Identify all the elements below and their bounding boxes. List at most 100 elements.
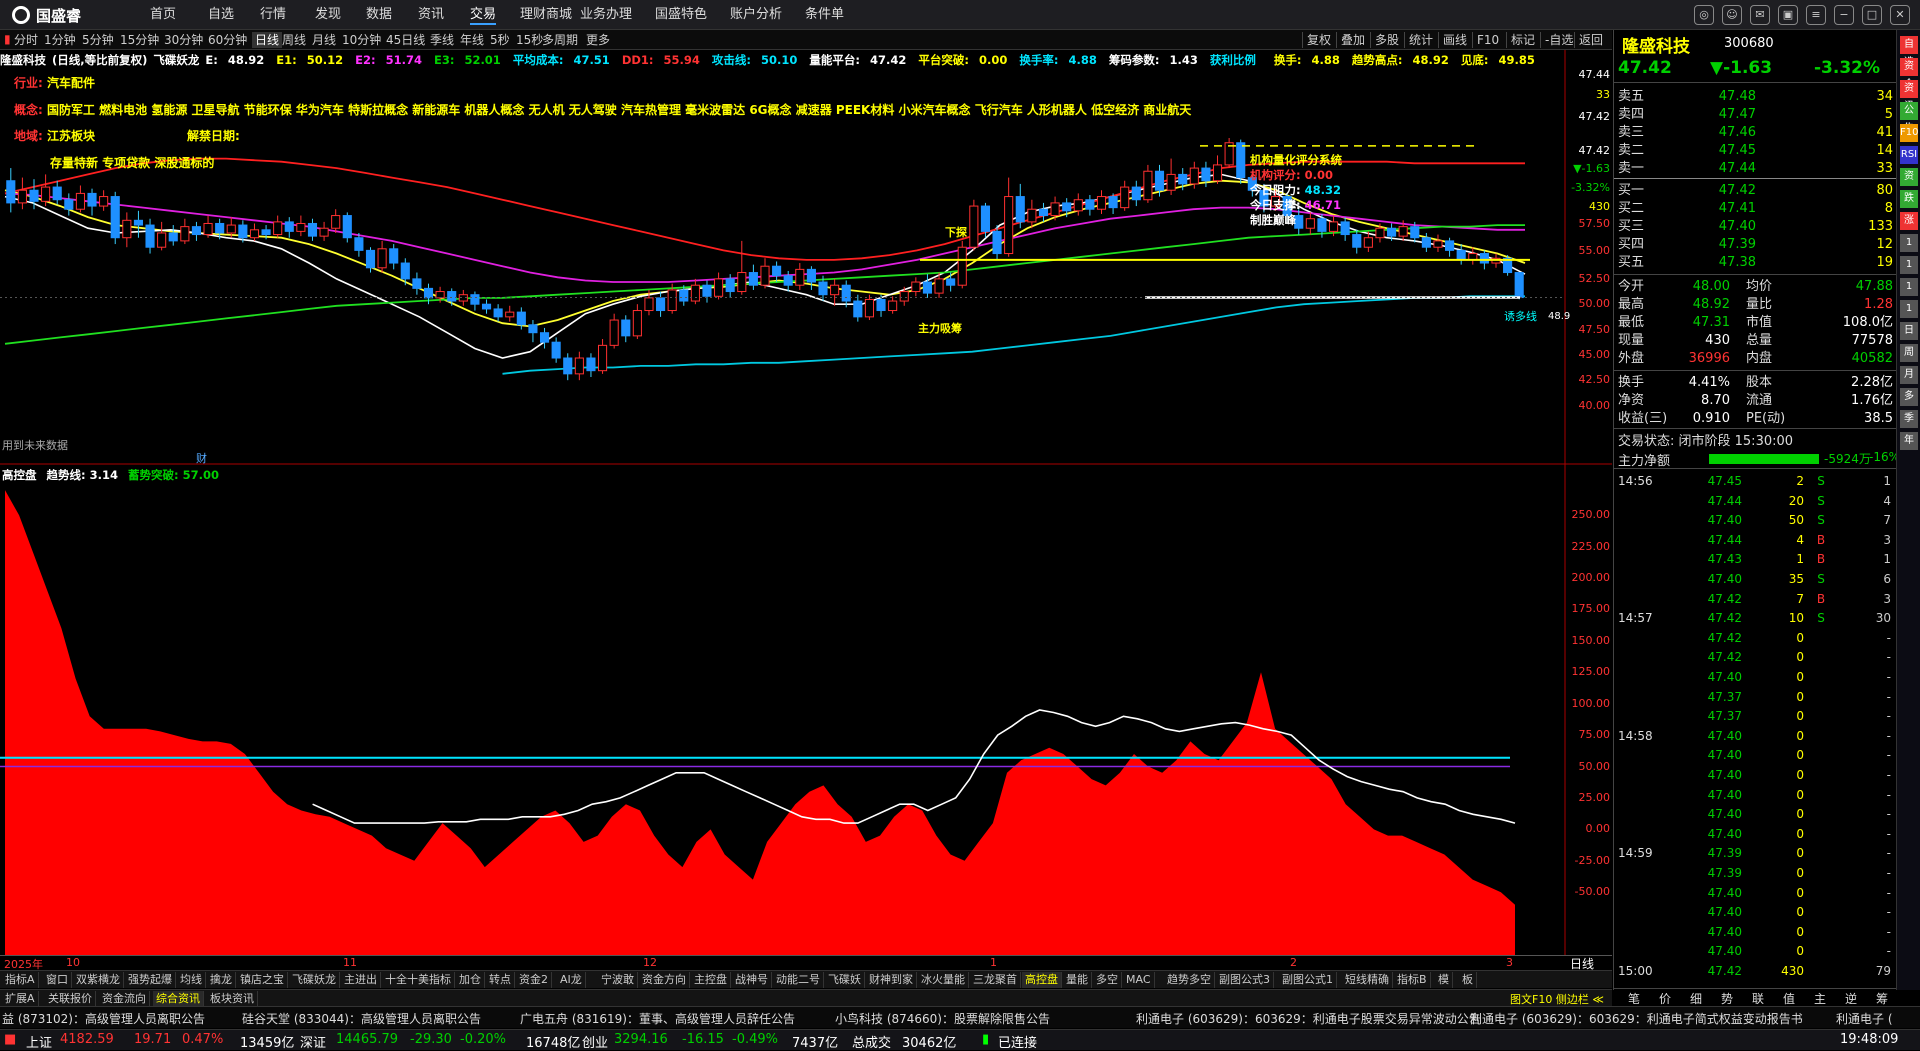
indicator-tab[interactable]: 加仓	[456, 972, 485, 988]
indicator-tab[interactable]: 冰火量能	[918, 972, 969, 988]
period-11[interactable]: 季线	[430, 32, 454, 48]
maximize-icon[interactable]: □	[1862, 5, 1882, 25]
news-item[interactable]: 利通电子 (603629)：603629：利通电子股票交易异常波动公告	[1136, 1010, 1481, 1027]
app-logo[interactable]: 国盛睿	[12, 4, 81, 26]
indicator-tab[interactable]: 转点	[486, 972, 515, 988]
indicator-tab[interactable]: 动能二号	[773, 972, 824, 988]
indicator-tab[interactable]: 资金2	[516, 972, 552, 988]
tool-2[interactable]: 多股	[1370, 32, 1399, 48]
ind-study[interactable]: 飞碟妖龙	[153, 53, 199, 67]
tool-0[interactable]: 复权	[1302, 32, 1331, 48]
menu-5[interactable]: 资讯	[418, 5, 444, 25]
indicator-tab[interactable]: 强势起爆	[125, 972, 176, 988]
indicator-tab[interactable]: 战神号	[732, 972, 772, 988]
side-icon[interactable]: RSI	[1900, 146, 1918, 164]
period-7[interactable]: 周线	[282, 32, 306, 48]
period-0[interactable]: 分时	[14, 32, 38, 48]
indicator-tab[interactable]: 指标A	[2, 972, 39, 988]
period-2[interactable]: 5分钟	[82, 32, 114, 48]
indicator-tab[interactable]: 十全十美指标	[382, 972, 455, 988]
indicator-tab[interactable]: 主控盘	[691, 972, 731, 988]
menu-1[interactable]: 自选	[208, 5, 234, 25]
sidebar-toggle[interactable]: 图文F10 侧边栏 ≪	[1510, 991, 1604, 1007]
tool-4[interactable]: 画线	[1438, 32, 1467, 48]
side-icon[interactable]: 1	[1900, 234, 1918, 252]
tool-5[interactable]: F10	[1472, 32, 1499, 48]
detail-tab[interactable]: 笔	[1620, 990, 1648, 1007]
period-14[interactable]: 15秒	[516, 32, 543, 48]
detail-tab[interactable]: 逆	[1837, 990, 1865, 1007]
side-icon[interactable]: 资讯	[1900, 80, 1918, 112]
indicator-tab[interactable]: 财神到家	[866, 972, 917, 988]
news-item[interactable]: 硅谷天堂 (833044)：高级管理人员离职公告	[242, 1010, 481, 1027]
indicator-tab[interactable]: 趋势多空	[1164, 972, 1215, 988]
mail-icon[interactable]: ✉	[1750, 5, 1770, 25]
side-icon[interactable]: 年	[1900, 432, 1918, 450]
news-item[interactable]: 利通电子 (603629)：603629：利通电子简式权益变动报告书	[1470, 1010, 1803, 1027]
indicator-tab[interactable]: 副图公式3	[1216, 972, 1274, 988]
menu-3[interactable]: 发现	[315, 5, 341, 25]
news-item[interactable]: 利通电子 (	[1836, 1010, 1893, 1027]
period-16[interactable]: 更多	[586, 32, 610, 48]
finance-marker[interactable]: 财	[196, 450, 207, 466]
ask-row[interactable]: 卖二 47.45 14	[1614, 142, 1897, 160]
side-icon[interactable]: 多	[1900, 388, 1918, 406]
side-icon[interactable]: F10	[1900, 124, 1918, 142]
detail-tab[interactable]: 主	[1806, 990, 1834, 1007]
indicator-tab[interactable]: 板	[1459, 972, 1477, 988]
menu-10[interactable]: 账户分析	[730, 5, 782, 25]
chat-icon[interactable]: ◎	[1694, 5, 1714, 25]
side-icon[interactable]: 公告	[1900, 102, 1918, 134]
tool-3[interactable]: 统计	[1404, 32, 1433, 48]
cy-label[interactable]: 创业	[582, 1032, 608, 1051]
close-icon[interactable]: ✕	[1890, 5, 1910, 25]
news-item[interactable]: 小鸟科技 (874660)：股票解除限售公告	[835, 1010, 1050, 1027]
period-4[interactable]: 30分钟	[164, 32, 203, 48]
period-10[interactable]: 45日线	[386, 32, 425, 48]
sz-label[interactable]: 深证	[300, 1032, 326, 1051]
indicator-tab[interactable]: 均线	[177, 972, 206, 988]
side-icon[interactable]: 日	[1900, 322, 1918, 340]
side-icon[interactable]: 1	[1900, 256, 1918, 274]
indicator-tab[interactable]: 双紫横龙	[73, 972, 124, 988]
detail-tab[interactable]: 势	[1713, 990, 1741, 1007]
indicator-tab[interactable]: 资金方向	[639, 972, 690, 988]
indicator-tab[interactable]: 短线精确	[1342, 972, 1393, 988]
detail-tab[interactable]: 价	[1651, 990, 1679, 1007]
sh-label[interactable]: 上证	[26, 1032, 52, 1051]
tool-1[interactable]: 叠加	[1336, 32, 1365, 48]
side-icon[interactable]: 月	[1900, 366, 1918, 384]
indicator-tab[interactable]: 主进出	[341, 972, 381, 988]
side-icon[interactable]: 1	[1900, 300, 1918, 318]
indicator-tab[interactable]: 窗口	[43, 972, 72, 988]
menu-7[interactable]: 理财商城	[520, 5, 572, 25]
indicator-tab[interactable]: 模	[1435, 972, 1453, 988]
period-15[interactable]: 多周期	[542, 32, 578, 48]
side-icon[interactable]: 季	[1900, 410, 1918, 428]
period-8[interactable]: 月线	[312, 32, 336, 48]
tool-8[interactable]: 返回	[1574, 32, 1603, 48]
detail-tab[interactable]: 细	[1682, 990, 1710, 1007]
detail-tab[interactable]: 联	[1744, 990, 1772, 1007]
menu-9[interactable]: 国盛特色	[655, 5, 707, 25]
side-icon[interactable]: 跌	[1900, 190, 1918, 208]
period-9[interactable]: 10分钟	[342, 32, 381, 48]
indicator-tab[interactable]: 副图公式1	[1279, 972, 1337, 988]
indicator-tab[interactable]: 量能	[1063, 972, 1092, 988]
side-icon[interactable]: 涨	[1900, 212, 1918, 230]
period-1[interactable]: 1分钟	[44, 32, 76, 48]
indicator-tab[interactable]: 镇店之宝	[237, 972, 288, 988]
skin-icon[interactable]: ▣	[1778, 5, 1798, 25]
menu-11[interactable]: 条件单	[805, 5, 844, 25]
ask-row[interactable]: 卖三 47.46 41	[1614, 124, 1897, 142]
menu-8[interactable]: 业务办理	[580, 5, 632, 25]
user-icon[interactable]: ☺	[1722, 5, 1742, 25]
menu-icon[interactable]: ≡	[1806, 5, 1826, 25]
side-icon[interactable]: 周	[1900, 344, 1918, 362]
period-5[interactable]: 60分钟	[208, 32, 247, 48]
period-12[interactable]: 年线	[460, 32, 484, 48]
menu-6[interactable]: 交易	[470, 5, 497, 25]
tool-7[interactable]: -自选	[1540, 32, 1573, 48]
bid-row[interactable]: 买二 47.41 8	[1614, 200, 1897, 218]
bid-row[interactable]: 买五 47.38 19	[1614, 254, 1897, 272]
